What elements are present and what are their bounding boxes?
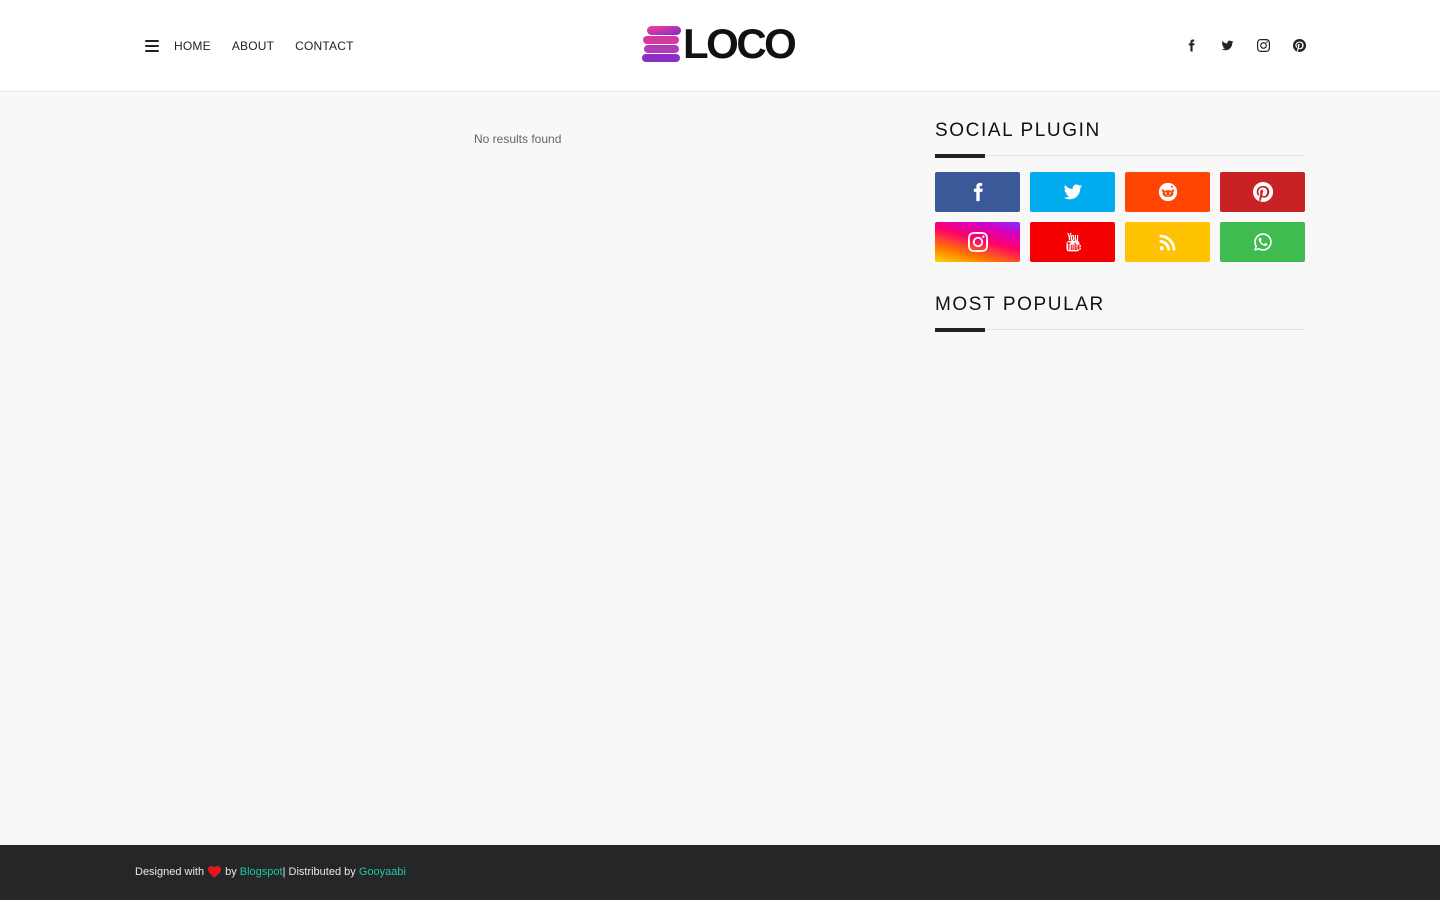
site-logo[interactable]: LOCO — [641, 20, 801, 67]
blogspot-link[interactable]: Blogspot — [240, 866, 283, 878]
social-plugin-widget: Social Plugin — [935, 118, 1305, 262]
widget-title-popular: Most Popular — [935, 294, 1105, 315]
rss-button[interactable] — [1125, 222, 1210, 262]
sidebar: Social Plugin — [935, 118, 1305, 332]
no-results-message: No results found — [474, 132, 562, 146]
facebook-icon — [973, 182, 983, 202]
most-popular-widget: Most Popular — [935, 292, 1305, 332]
instagram-icon[interactable] — [1256, 37, 1270, 53]
social-buttons-grid — [935, 172, 1305, 262]
site-footer: Designed with by Blogspot | Distributed … — [0, 845, 1440, 900]
nav-home[interactable]: Home — [174, 39, 211, 53]
pinterest-icon[interactable] — [1292, 37, 1306, 53]
nav-contact[interactable]: Contact — [295, 39, 354, 53]
reddit-icon — [1158, 182, 1177, 202]
pinterest-button[interactable] — [1220, 172, 1305, 212]
logo-text: LOCO — [683, 20, 797, 67]
rss-icon — [1159, 234, 1175, 251]
whatsapp-icon — [1253, 233, 1272, 251]
nav-about[interactable]: About — [232, 39, 274, 53]
widget-title-social: Social Plugin — [935, 120, 1101, 141]
main-nav: Home About Contact — [174, 39, 354, 53]
hamburger-menu-icon[interactable] — [145, 40, 159, 52]
footer-distributed-by: | Distributed by — [282, 866, 356, 878]
footer-by: by — [225, 866, 237, 878]
site-header: Home About Contact LOCO — [0, 0, 1440, 92]
gooyaabi-link[interactable]: Gooyaabi — [359, 866, 406, 878]
twitter-icon — [1063, 184, 1082, 200]
twitter-icon[interactable] — [1220, 37, 1234, 53]
pinterest-icon — [1252, 182, 1273, 202]
whatsapp-button[interactable] — [1220, 222, 1305, 262]
facebook-button[interactable] — [935, 172, 1020, 212]
youtube-icon — [1065, 232, 1081, 252]
title-divider — [935, 328, 1305, 332]
logo-mark-icon — [642, 26, 681, 62]
facebook-icon[interactable] — [1184, 37, 1198, 53]
youtube-button[interactable] — [1030, 222, 1115, 262]
instagram-icon — [967, 232, 988, 252]
footer-designed-with: Designed with — [135, 866, 205, 878]
reddit-button[interactable] — [1125, 172, 1210, 212]
footer-credits: Designed with by Blogspot | Distributed … — [135, 866, 406, 878]
instagram-button[interactable] — [935, 222, 1020, 262]
heart-icon — [208, 866, 222, 878]
title-divider — [935, 154, 1305, 158]
header-social-links — [1184, 37, 1306, 53]
twitter-button[interactable] — [1030, 172, 1115, 212]
